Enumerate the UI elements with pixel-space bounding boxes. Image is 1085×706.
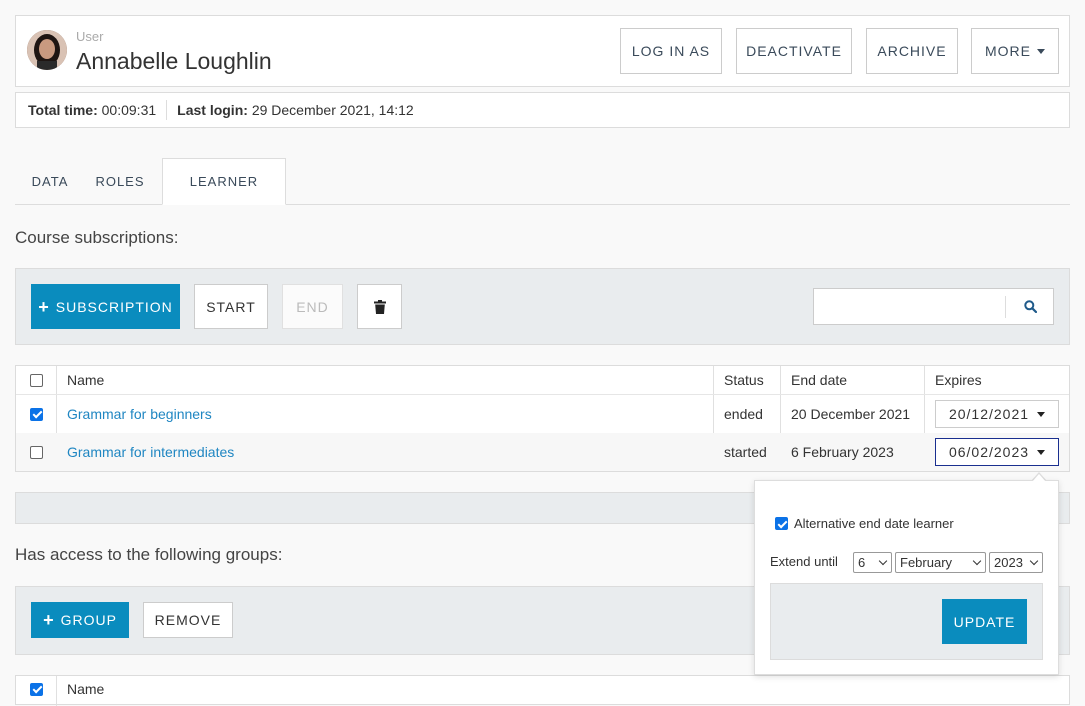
expires-dropdown[interactable]: 20/12/2021 bbox=[935, 400, 1059, 428]
remove-group-button[interactable]: REMOVE bbox=[143, 602, 233, 638]
archive-label: ARCHIVE bbox=[877, 43, 947, 59]
alt-end-date-checkbox[interactable] bbox=[775, 517, 788, 530]
last-login-label: Last login: bbox=[177, 102, 248, 118]
chevron-down-icon bbox=[972, 556, 982, 566]
add-group-label: GROUP bbox=[60, 612, 117, 628]
start-button[interactable]: START bbox=[194, 284, 268, 329]
last-login-value: 29 December 2021, 14:12 bbox=[251, 102, 414, 118]
expires-value: 20/12/2021 bbox=[948, 406, 1030, 422]
alt-end-date-option[interactable]: Alternative end date learner bbox=[775, 516, 954, 531]
course-link[interactable]: Grammar for beginners bbox=[67, 395, 212, 433]
start-label: START bbox=[206, 298, 256, 315]
user-info-bar: Total time: 00:09:31 Last login: 29 Dece… bbox=[15, 92, 1070, 128]
chevron-down-icon bbox=[1029, 556, 1039, 566]
subscription-search bbox=[813, 288, 1054, 325]
groups-table: Name bbox=[15, 675, 1070, 706]
col-header-status[interactable]: Status bbox=[724, 366, 764, 394]
col-header-expires[interactable]: Expires bbox=[935, 366, 982, 394]
expires-value: 06/02/2023 bbox=[948, 444, 1030, 460]
more-button[interactable]: MORE bbox=[971, 28, 1059, 74]
expires-dropdown[interactable]: 06/02/2023 bbox=[935, 438, 1059, 466]
row-checkbox[interactable] bbox=[30, 433, 43, 471]
delete-button[interactable] bbox=[357, 284, 402, 329]
groups-title: Has access to the following groups: bbox=[15, 545, 283, 564]
caret-down-icon bbox=[1037, 411, 1046, 417]
month-value: February bbox=[900, 555, 953, 570]
month-select[interactable]: February bbox=[895, 552, 986, 573]
tab-learner-label: LEARNER bbox=[189, 174, 259, 189]
subscriptions-table: Name Status End date Expires Grammar for… bbox=[15, 365, 1070, 472]
tab-data[interactable]: DATA bbox=[18, 158, 82, 205]
select-all-checkbox[interactable] bbox=[30, 366, 43, 394]
end-label: END bbox=[296, 298, 329, 315]
add-subscription-label: SUBSCRIPTION bbox=[55, 298, 173, 315]
user-header-card: User Annabelle Loughlin LOG IN AS DEACTI… bbox=[15, 15, 1070, 87]
user-name: Annabelle Loughlin bbox=[76, 48, 272, 74]
add-group-button[interactable]: + GROUP bbox=[31, 602, 129, 638]
search-button[interactable] bbox=[1006, 289, 1054, 324]
groups-select-all-checkbox[interactable] bbox=[30, 681, 43, 697]
tab-data-label: DATA bbox=[31, 174, 69, 189]
day-select[interactable]: 6 bbox=[853, 552, 892, 573]
course-link[interactable]: Grammar for intermediates bbox=[67, 433, 234, 471]
alt-end-date-label: Alternative end date learner bbox=[794, 516, 954, 531]
year-value: 2023 bbox=[994, 555, 1023, 570]
avatar bbox=[27, 30, 67, 70]
plus-icon: + bbox=[43, 610, 55, 630]
info-divider bbox=[166, 100, 168, 120]
caret-down-icon bbox=[1037, 449, 1046, 455]
total-time-value: 00:09:31 bbox=[101, 102, 157, 118]
extend-until-label: Extend until bbox=[770, 554, 838, 569]
tab-learner[interactable]: LEARNER bbox=[162, 158, 286, 205]
trash-icon bbox=[373, 299, 386, 314]
log-in-as-label: LOG IN AS bbox=[631, 43, 711, 59]
day-value: 6 bbox=[858, 555, 866, 570]
more-label: MORE bbox=[985, 43, 1031, 59]
remove-group-label: REMOVE bbox=[154, 612, 222, 628]
plus-icon: + bbox=[38, 296, 50, 317]
row-status: ended bbox=[724, 406, 763, 422]
col-divider bbox=[56, 676, 57, 706]
update-button[interactable]: UPDATE bbox=[942, 599, 1027, 644]
course-subscriptions-title: Course subscriptions: bbox=[15, 228, 179, 247]
end-button: END bbox=[282, 284, 343, 329]
user-kicker: User bbox=[76, 29, 104, 44]
total-time-label: Total time: bbox=[28, 102, 98, 118]
row-status: started bbox=[724, 444, 767, 460]
tab-roles-label: ROLES bbox=[95, 174, 145, 189]
search-icon bbox=[1023, 300, 1037, 313]
log-in-as-button[interactable]: LOG IN AS bbox=[620, 28, 722, 74]
update-label: UPDATE bbox=[953, 613, 1016, 630]
col-header-name[interactable]: Name bbox=[67, 366, 104, 394]
col-header-end-date[interactable]: End date bbox=[791, 366, 847, 394]
row-end-date: 6 February 2023 bbox=[791, 444, 894, 460]
chevron-down-icon bbox=[878, 556, 888, 566]
groups-col-header-name[interactable]: Name bbox=[67, 679, 104, 699]
year-select[interactable]: 2023 bbox=[989, 552, 1043, 573]
deactivate-label: DEACTIVATE bbox=[746, 43, 842, 59]
row-checkbox[interactable] bbox=[30, 395, 43, 433]
tab-roles[interactable]: ROLES bbox=[84, 158, 156, 205]
row-end-date: 20 December 2021 bbox=[791, 406, 911, 422]
archive-button[interactable]: ARCHIVE bbox=[866, 28, 958, 74]
search-input[interactable] bbox=[814, 289, 1004, 324]
caret-down-icon bbox=[1037, 48, 1045, 54]
popover-arrow-fill bbox=[1032, 474, 1046, 482]
deactivate-button[interactable]: DEACTIVATE bbox=[736, 28, 852, 74]
add-subscription-button[interactable]: + SUBSCRIPTION bbox=[31, 284, 180, 329]
